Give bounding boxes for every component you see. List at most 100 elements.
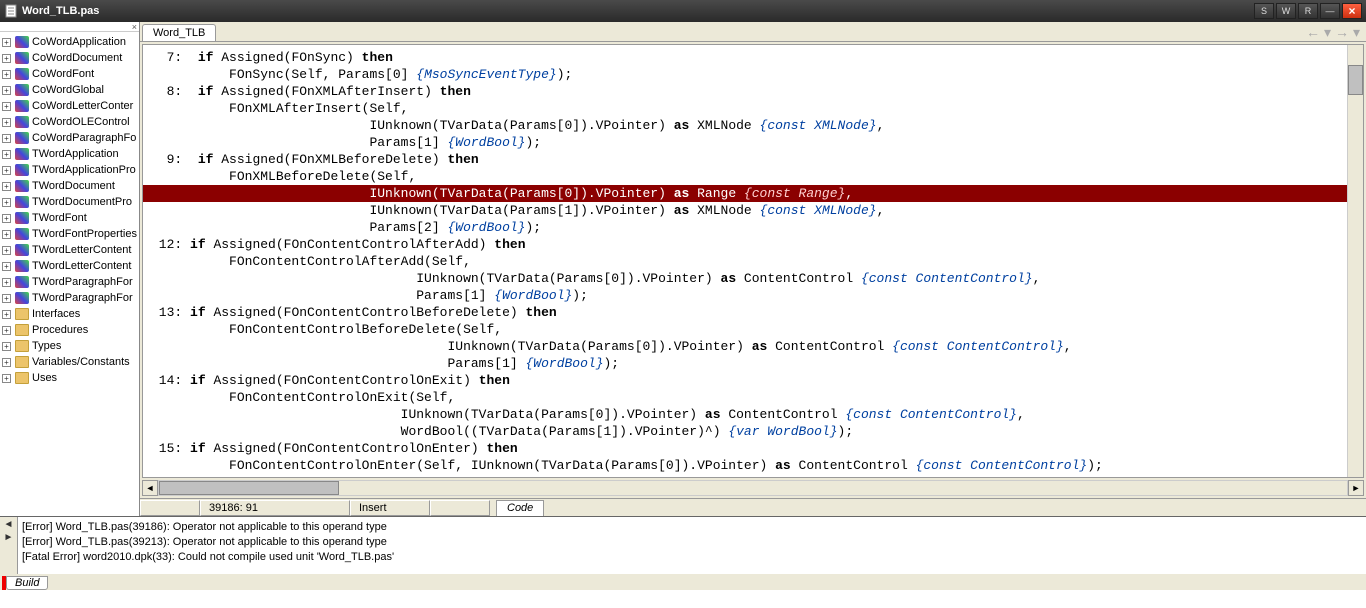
structure-panel: × +CoWordApplication+CoWordDocument+CoWo… <box>0 22 140 516</box>
code-line[interactable]: 14: if Assigned(FOnContentControlOnExit)… <box>143 372 1347 389</box>
expand-icon[interactable]: + <box>2 166 11 175</box>
code-line[interactable]: 12: if Assigned(FOnContentControlAfterAd… <box>143 236 1347 253</box>
code-line[interactable]: Params[1] {WordBool}); <box>143 355 1347 372</box>
expand-icon[interactable]: + <box>2 326 11 335</box>
view-tab-code[interactable]: Code <box>496 500 544 516</box>
misc-r-button[interactable]: R <box>1298 3 1318 19</box>
misc-s-button[interactable]: S <box>1254 3 1274 19</box>
scroll-left-icon[interactable]: ◄ <box>142 480 158 496</box>
nav-dropdown2-icon[interactable]: ▾ <box>1353 24 1360 41</box>
code-line[interactable]: IUnknown(TVarData(Params[0]).VPointer) a… <box>143 270 1347 287</box>
expand-icon[interactable]: + <box>2 70 11 79</box>
code-line[interactable]: IUnknown(TVarData(Params[0]).VPointer) a… <box>143 117 1347 134</box>
code-line[interactable]: FOnContentControlBeforeDelete(Self, <box>143 321 1347 338</box>
tree-node[interactable]: +CoWordGlobal <box>0 82 139 98</box>
messages-next-icon[interactable]: ► <box>4 532 14 543</box>
code-line[interactable]: FOnXMLAfterInsert(Self, <box>143 100 1347 117</box>
expand-icon[interactable]: + <box>2 150 11 159</box>
code-line[interactable]: WordBool((TVarData(Params[1]).VPointer)^… <box>143 423 1347 440</box>
code-line[interactable]: FOnSync(Self, Params[0] {MsoSyncEventTyp… <box>143 66 1347 83</box>
message-item[interactable]: [Error] Word_TLB.pas(39213): Operator no… <box>22 534 1362 549</box>
tree-folder[interactable]: +Types <box>0 338 139 354</box>
expand-icon[interactable]: + <box>2 294 11 303</box>
scroll-right-icon[interactable]: ► <box>1348 480 1364 496</box>
expand-icon[interactable]: + <box>2 358 11 367</box>
expand-icon[interactable]: + <box>2 182 11 191</box>
tab-word-tlb[interactable]: Word_TLB <box>142 24 216 41</box>
tree-node[interactable]: +CoWordFont <box>0 66 139 82</box>
expand-icon[interactable]: + <box>2 38 11 47</box>
tree-folder[interactable]: +Variables/Constants <box>0 354 139 370</box>
tree-folder[interactable]: +Interfaces <box>0 306 139 322</box>
expand-icon[interactable]: + <box>2 214 11 223</box>
messages-prev-icon[interactable]: ◄ <box>4 519 14 530</box>
tree-node[interactable]: +TWordDocument <box>0 178 139 194</box>
code-line[interactable]: FOnContentControlAfterAdd(Self, <box>143 253 1347 270</box>
tree-view[interactable]: +CoWordApplication+CoWordDocument+CoWord… <box>0 32 139 516</box>
tree-node[interactable]: +TWordLetterContent <box>0 242 139 258</box>
code-line[interactable]: FOnXMLBeforeDelete(Self, <box>143 168 1347 185</box>
tree-label: TWordDocumentPro <box>32 196 132 208</box>
code-line[interactable]: 13: if Assigned(FOnContentControlBeforeD… <box>143 304 1347 321</box>
expand-icon[interactable]: + <box>2 54 11 63</box>
message-item[interactable]: [Fatal Error] word2010.dpk(33): Could no… <box>22 549 1362 564</box>
code-editor[interactable]: 7: if Assigned(FOnSync) then FOnSync(Sel… <box>143 45 1347 477</box>
expand-icon[interactable]: + <box>2 246 11 255</box>
class-icon <box>15 196 29 208</box>
tree-node[interactable]: +TWordFont <box>0 210 139 226</box>
panel-close-icon[interactable]: × <box>132 22 137 32</box>
tree-node[interactable]: +TWordApplicationPro <box>0 162 139 178</box>
expand-icon[interactable]: + <box>2 134 11 143</box>
expand-icon[interactable]: + <box>2 118 11 127</box>
code-line[interactable]: Params[1] {WordBool}); <box>143 134 1347 151</box>
tree-node[interactable]: + TWordDocumentPro <box>0 194 139 210</box>
code-line[interactable]: IUnknown(TVarData(Params[0]).VPointer) a… <box>143 338 1347 355</box>
horizontal-scrollbar[interactable]: ◄ ► <box>142 480 1364 496</box>
tree-folder[interactable]: +Uses <box>0 370 139 386</box>
expand-icon[interactable]: + <box>2 374 11 383</box>
tree-node[interactable]: +CoWordApplication <box>0 34 139 50</box>
expand-icon[interactable]: + <box>2 198 11 207</box>
message-item[interactable]: [Error] Word_TLB.pas(39186): Operator no… <box>22 519 1362 534</box>
tree-node[interactable]: +TWordApplication <box>0 146 139 162</box>
code-line[interactable]: 7: if Assigned(FOnSync) then <box>143 49 1347 66</box>
code-line[interactable]: 8: if Assigned(FOnXMLAfterInsert) then <box>143 83 1347 100</box>
expand-icon[interactable]: + <box>2 262 11 271</box>
tree-node[interactable]: + CoWordOLEControl <box>0 114 139 130</box>
code-line[interactable]: IUnknown(TVarData(Params[1]).VPointer) a… <box>143 202 1347 219</box>
code-line[interactable]: Params[2] {WordBool}); <box>143 219 1347 236</box>
messages-list[interactable]: [Error] Word_TLB.pas(39186): Operator no… <box>18 517 1366 574</box>
nav-dropdown-icon[interactable]: ▾ <box>1324 24 1331 41</box>
tree-node[interactable]: +TWordParagraphFor <box>0 290 139 306</box>
tree-node[interactable]: +TWordLetterContent <box>0 258 139 274</box>
tab-build[interactable]: Build <box>6 576 48 590</box>
code-line[interactable]: 15: if Assigned(FOnContentControlOnEnter… <box>143 440 1347 457</box>
expand-icon[interactable]: + <box>2 102 11 111</box>
tree-folder[interactable]: +Procedures <box>0 322 139 338</box>
code-line[interactable]: FOnContentControlOnEnter(Self, IUnknown(… <box>143 457 1347 474</box>
expand-icon[interactable]: + <box>2 230 11 239</box>
tree-label: TWordParagraphFor <box>32 276 133 288</box>
expand-icon[interactable]: + <box>2 278 11 287</box>
expand-icon[interactable]: + <box>2 310 11 319</box>
tree-node[interactable]: +CoWordLetterConter <box>0 98 139 114</box>
code-line[interactable]: IUnknown(TVarData(Params[0]).VPointer) a… <box>143 185 1347 202</box>
nav-back-icon[interactable]: ← <box>1306 24 1320 41</box>
close-button[interactable]: × <box>1342 3 1362 19</box>
code-line[interactable]: Params[1] {WordBool}); <box>143 287 1347 304</box>
vertical-scrollbar[interactable] <box>1347 45 1363 477</box>
code-line[interactable]: 9: if Assigned(FOnXMLBeforeDelete) then <box>143 151 1347 168</box>
expand-icon[interactable]: + <box>2 342 11 351</box>
expand-icon[interactable]: + <box>2 86 11 95</box>
tree-node[interactable]: +CoWordParagraphFo <box>0 130 139 146</box>
nav-forward-icon[interactable]: → <box>1335 24 1349 41</box>
tree-node[interactable]: + TWordParagraphFor <box>0 274 139 290</box>
code-line[interactable]: IUnknown(TVarData(Params[0]).VPointer) a… <box>143 406 1347 423</box>
tree-node[interactable]: +CoWordDocument <box>0 50 139 66</box>
tree-label: CoWordOLEControl <box>32 116 130 128</box>
misc-w-button[interactable]: W <box>1276 3 1296 19</box>
class-icon <box>15 164 29 176</box>
tree-node[interactable]: +TWordFontProperties <box>0 226 139 242</box>
code-line[interactable]: FOnContentControlOnExit(Self, <box>143 389 1347 406</box>
minimize-button[interactable]: — <box>1320 3 1340 19</box>
